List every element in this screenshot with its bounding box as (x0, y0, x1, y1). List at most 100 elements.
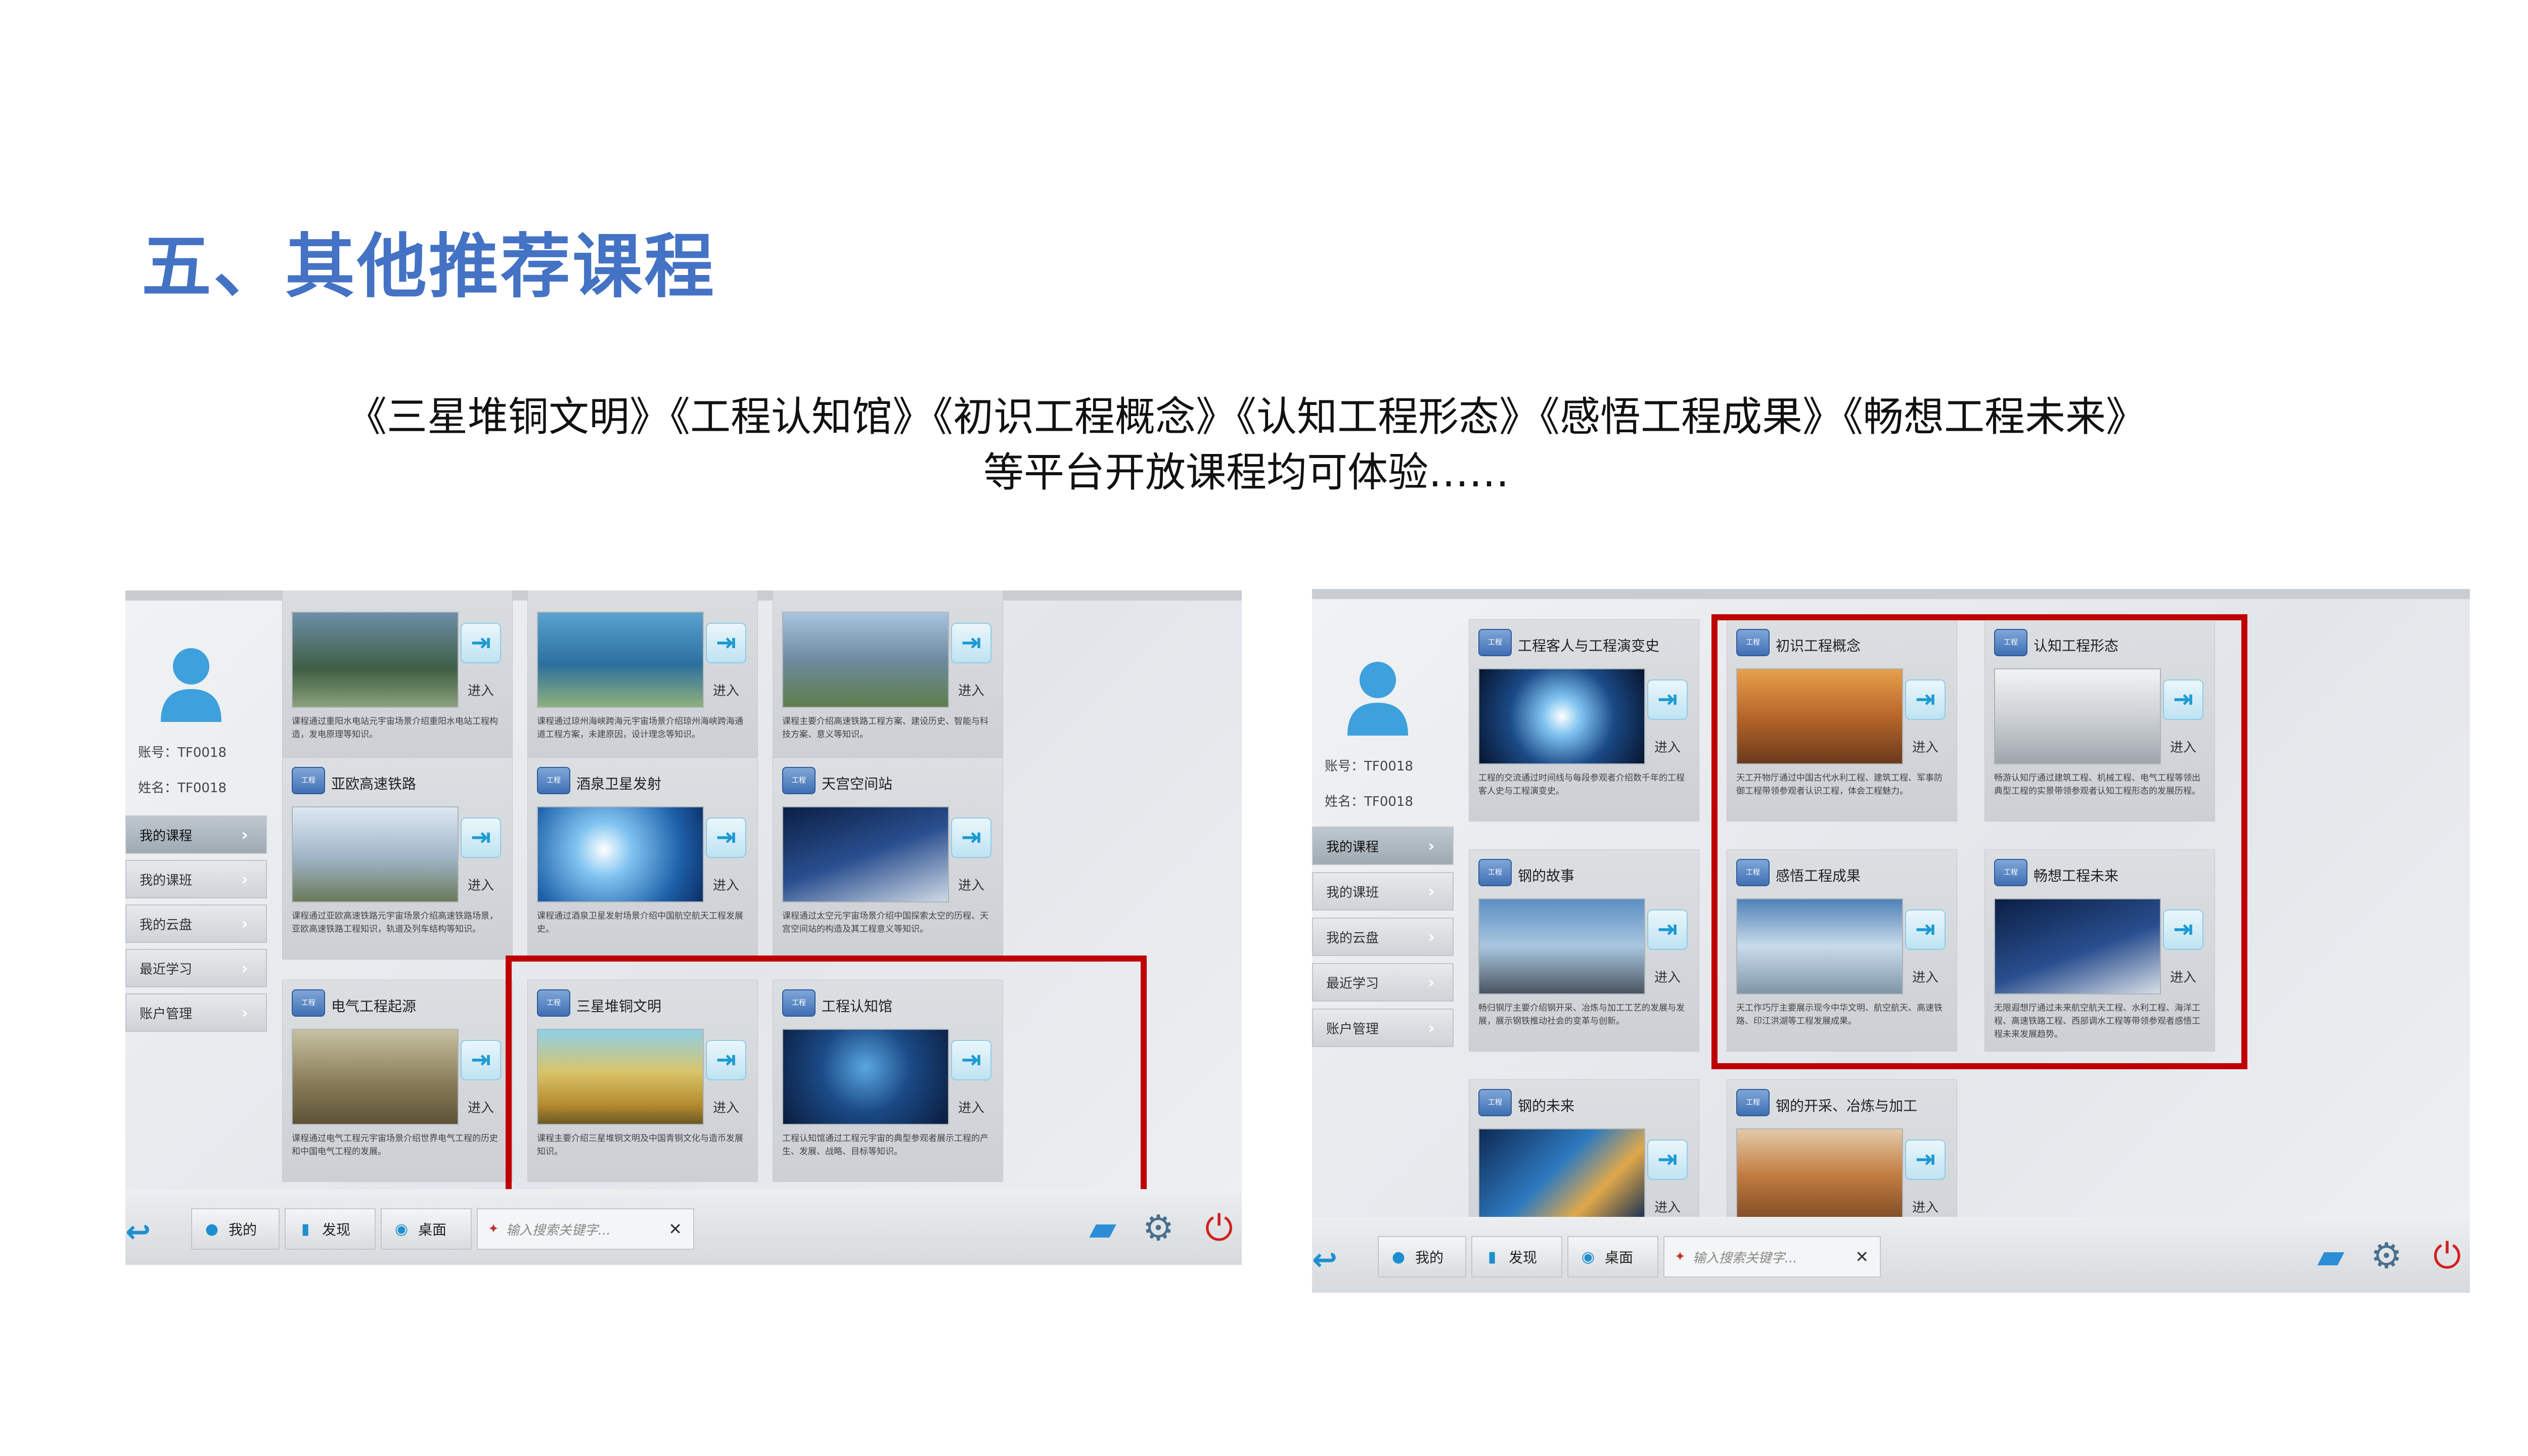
back-arrow-icon[interactable]: ↩ (125, 1214, 161, 1250)
course-badge-icon: 工程 (292, 989, 325, 1017)
chevron-right-icon: › (241, 914, 248, 933)
close-icon[interactable]: ✕ (668, 1219, 682, 1239)
enter-icon[interactable]: ⇥ (951, 817, 991, 858)
course-title: 工程客人与工程演变史 (1518, 638, 1660, 654)
nav-my-classes[interactable]: 我的课班 › (1312, 872, 1454, 911)
enter-icon[interactable]: ⇥ (461, 817, 501, 858)
tab-label: 发现 (1509, 1249, 1538, 1266)
enter-icon[interactable]: ⇥ (1647, 1140, 1688, 1180)
course-list-line: 《三星堆铜文明》《工程认知馆》《初识工程概念》《认知工程形态》《感悟工程成果》《… (346, 393, 2146, 440)
course-badge-icon: 工程 (292, 767, 325, 794)
gear-icon[interactable]: ⚙ (2364, 1233, 2409, 1279)
course-title: 钢的开采、冶炼与加工 (1776, 1098, 1918, 1114)
chevron-right-icon: › (1428, 973, 1435, 992)
nav-my-cloud[interactable]: 我的云盘 › (1312, 918, 1454, 956)
course-thumbnail (292, 806, 459, 902)
folder-icon[interactable]: ▰ (2308, 1233, 2354, 1279)
highlight-box (1711, 614, 2247, 1069)
account-id: 账号：TF0018 (1325, 759, 1414, 774)
desktop-icon: ◉ (394, 1220, 409, 1238)
tab-mine[interactable]: ● 我的 (1378, 1236, 1466, 1278)
enter-label: 进入 (1912, 1200, 1938, 1215)
enter-icon[interactable]: ⇥ (706, 817, 746, 858)
course-card[interactable]: ⇥ 进入 课程主要介绍高速铁路工程方案、建设历史、智能与科技方案、意义等知识。 (773, 590, 1003, 765)
sidebar: 账号：TF0018 姓名：TF0018 我的课程 › 我的课班 › 我的云盘 › 最近… (1312, 589, 1464, 1293)
taskbar: ↩ ● 我的 ▮ 发现 ◉ 桌面 ✦ 输入搜索关键字... ✕ ▰ ⚙ ⏻ (1312, 1217, 2470, 1293)
nav-recent[interactable]: 最近学习 › (1312, 963, 1454, 1002)
nav-label: 我的课程 (1326, 839, 1379, 855)
course-card[interactable]: 工程 工程客人与工程演变史 ⇥ 进入 工程的交流通过时间线与每段参观者介绍数千年… (1469, 619, 1699, 822)
nav-label: 我的云盘 (140, 917, 193, 933)
nav-my-courses[interactable]: 我的课程 › (1312, 827, 1454, 865)
course-card[interactable]: 工程 亚欧高速铁路 ⇥ 进入 课程通过亚欧高速铁路元宇宙场景介绍高速铁路场景，亚… (282, 757, 513, 960)
course-badge-icon: 工程 (1478, 629, 1512, 656)
tab-desktop[interactable]: ◉ 桌面 (1567, 1236, 1658, 1278)
course-card[interactable]: 工程 酒泉卫星发射 ⇥ 进入 课程通过酒泉卫星发射场景介绍中国航空航天工程发展史… (527, 757, 758, 960)
sidebar: 账号：TF0018 姓名：TF0018 我的课程 › 我的课班 › 我的云盘 › 最近… (125, 590, 277, 1265)
course-thumbnail (1478, 898, 1645, 994)
chevron-right-icon: › (1428, 836, 1435, 855)
enter-icon[interactable]: ⇥ (461, 623, 501, 663)
power-icon[interactable]: ⏻ (1196, 1205, 1242, 1251)
tab-discover[interactable]: ▮ 发现 (285, 1208, 376, 1250)
search-input[interactable]: ✦ 输入搜索关键字... ✕ (477, 1208, 694, 1250)
course-card[interactable]: 工程 电气工程起源 ⇥ 进入 课程通过电气工程元宇宙场景介绍世界电气工程的历史和… (282, 980, 513, 1182)
search-placeholder: 输入搜索关键字... (1692, 1250, 1797, 1266)
enter-icon[interactable]: ⇥ (1647, 909, 1688, 950)
nav-label: 我的课班 (1326, 885, 1379, 900)
course-thumbnail (1478, 668, 1645, 764)
chevron-right-icon: › (241, 959, 248, 978)
course-desc: 课程通过电气工程元宇宙场景介绍世界电气工程的历史和中国电气工程的发展。 (292, 1133, 498, 1157)
course-desc: 课程通过酒泉卫星发射场景介绍中国航空航天工程发展史。 (537, 911, 743, 934)
enter-icon[interactable]: ⇥ (1647, 679, 1688, 720)
nav-account[interactable]: 账户管理 › (1312, 1009, 1454, 1047)
enter-icon[interactable]: ⇥ (706, 623, 746, 663)
back-arrow-icon[interactable]: ↩ (1312, 1242, 1347, 1278)
nav-recent[interactable]: 最近学习 › (125, 949, 267, 987)
tab-mine[interactable]: ● 我的 (191, 1208, 280, 1250)
course-title: 亚欧高速铁路 (331, 776, 417, 792)
page-title: 五、其他推荐课程 (142, 226, 716, 307)
nav-label: 最近学习 (1326, 976, 1379, 991)
nav-label: 我的课程 (140, 828, 193, 844)
course-thumbnail (782, 806, 949, 902)
enter-icon[interactable]: ⇥ (461, 1040, 501, 1080)
course-desc: 课程通过亚欧高速铁路元宇宙场景介绍高速铁路场景，亚欧高速铁路工程知识，轨道及列车… (292, 911, 498, 934)
course-badge-icon: 工程 (782, 767, 816, 794)
enter-label: 进入 (958, 878, 984, 893)
nav-account[interactable]: 账户管理 › (125, 993, 267, 1032)
course-badge-icon: 工程 (1478, 1089, 1512, 1116)
course-thumbnail (1736, 1128, 1903, 1224)
power-icon[interactable]: ⏻ (2424, 1233, 2470, 1279)
course-title: 钢的未来 (1518, 1098, 1575, 1114)
course-badge-icon: 工程 (537, 767, 570, 794)
enter-label: 进入 (467, 878, 494, 893)
nav-label: 我的课班 (140, 873, 193, 888)
search-input[interactable]: ✦ 输入搜索关键字... ✕ (1663, 1236, 1881, 1278)
folder-icon[interactable]: ▰ (1080, 1205, 1125, 1251)
tab-desktop[interactable]: ◉ 桌面 (381, 1208, 472, 1250)
chevron-right-icon: › (241, 825, 248, 844)
book-icon: ▮ (1487, 1248, 1497, 1266)
close-icon[interactable]: ✕ (1855, 1247, 1869, 1266)
user-icon: ● (1391, 1248, 1406, 1266)
tab-label: 我的 (229, 1221, 257, 1238)
tab-discover[interactable]: ▮ 发现 (1471, 1236, 1562, 1278)
nav-label: 账户管理 (140, 1006, 193, 1022)
user-avatar-icon (1347, 662, 1408, 736)
nav-my-cloud[interactable]: 我的云盘 › (125, 904, 267, 943)
chevron-right-icon: › (241, 1003, 248, 1022)
nav-my-courses[interactable]: 我的课程 › (125, 815, 267, 854)
course-card[interactable]: 工程 天宫空间站 ⇥ 进入 课程通过太空元宇宙场景介绍中国探索太空的历程、天宫空… (773, 757, 1003, 960)
course-card[interactable]: 工程 钢的故事 ⇥ 进入 畅归钢厅主要介绍钢开采、冶炼与加工工艺的发展与发展，展… (1469, 849, 1699, 1052)
course-card[interactable]: ⇥ 进入 课程通过琼州海峡跨海元宇宙场景介绍琼州海峡跨海通道工程方案，未建原因，… (527, 590, 758, 765)
course-desc: 课程通过琼州海峡跨海元宇宙场景介绍琼州海峡跨海通道工程方案，未建原因，设计理念等… (537, 716, 743, 740)
course-card[interactable]: ⇥ 进入 课程通过重阳水电站元宇宙场景介绍重阳水电站工程构造，发电原理等知识。 (282, 590, 513, 765)
gear-icon[interactable]: ⚙ (1136, 1205, 1181, 1251)
taskbar: ↩ ● 我的 ▮ 发现 ◉ 桌面 ✦ 输入搜索关键字... ✕ ▰ ⚙ ⏻ (125, 1189, 1242, 1265)
enter-icon[interactable]: ⇥ (1905, 1140, 1946, 1180)
course-badge-icon: 工程 (1736, 1089, 1770, 1116)
nav-my-classes[interactable]: 我的课班 › (125, 860, 267, 898)
enter-icon[interactable]: ⇥ (951, 623, 991, 663)
course-thumbnail (782, 612, 949, 708)
